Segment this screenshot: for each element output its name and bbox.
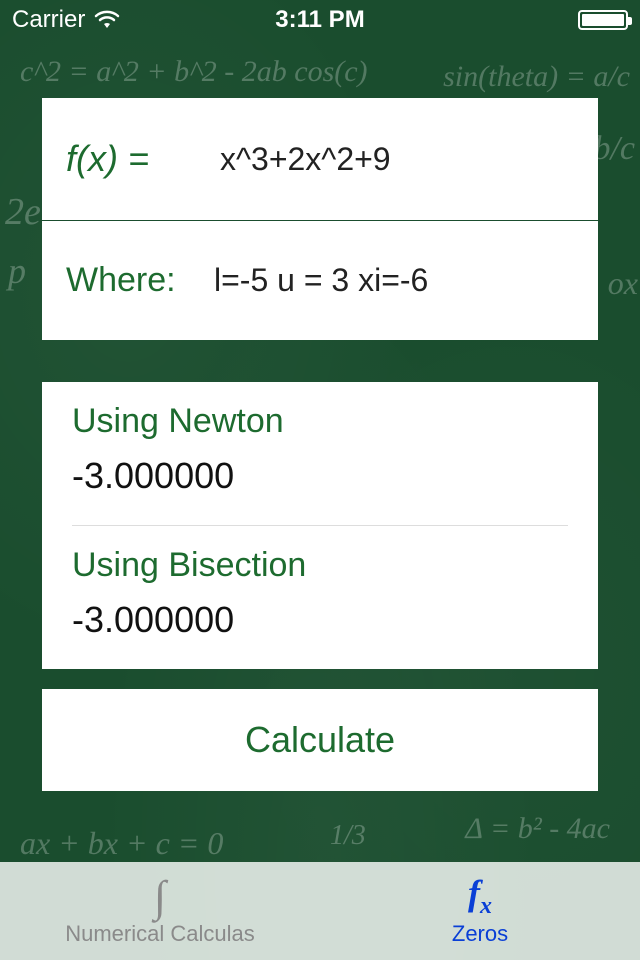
- tab-numerical-calculas[interactable]: ∫ Numerical Calculas: [0, 862, 320, 960]
- fx-input[interactable]: [220, 141, 640, 178]
- main-content: f(x) = Where: Using Newton -3.000000 Usi…: [0, 40, 640, 862]
- where-row: Where:: [42, 220, 598, 340]
- newton-label: Using Newton: [72, 402, 568, 441]
- bisection-value: -3.000000: [72, 599, 568, 641]
- tab-bar: ∫ Numerical Calculas fx Zeros: [0, 862, 640, 960]
- status-bar: Carrier 3:11 PM: [0, 0, 640, 40]
- app-screen: c^2 = a^2 + b^2 - 2ab cos(c) sin(theta) …: [0, 0, 640, 960]
- newton-result: Using Newton -3.000000: [72, 382, 568, 525]
- where-label: Where:: [66, 261, 186, 300]
- battery-icon: [578, 10, 628, 30]
- results-card: Using Newton -3.000000 Using Bisection -…: [42, 382, 598, 669]
- wifi-icon: [93, 10, 121, 30]
- fx-icon: fx: [468, 875, 492, 919]
- carrier-label: Carrier: [12, 6, 85, 34]
- bisection-result: Using Bisection -3.000000: [72, 525, 568, 669]
- integral-icon: ∫: [154, 875, 166, 919]
- tab-label: Numerical Calculas: [65, 921, 255, 947]
- fx-label: f(x) =: [66, 138, 184, 180]
- calculate-button[interactable]: Calculate: [42, 689, 598, 791]
- where-input[interactable]: [214, 262, 634, 299]
- input-card: f(x) = Where:: [42, 98, 598, 340]
- tab-label: Zeros: [452, 921, 508, 947]
- status-left: Carrier: [12, 6, 121, 34]
- newton-value: -3.000000: [72, 455, 568, 497]
- tab-zeros[interactable]: fx Zeros: [320, 862, 640, 960]
- status-time: 3:11 PM: [275, 6, 364, 34]
- bisection-label: Using Bisection: [72, 546, 568, 585]
- fx-row: f(x) =: [42, 98, 598, 220]
